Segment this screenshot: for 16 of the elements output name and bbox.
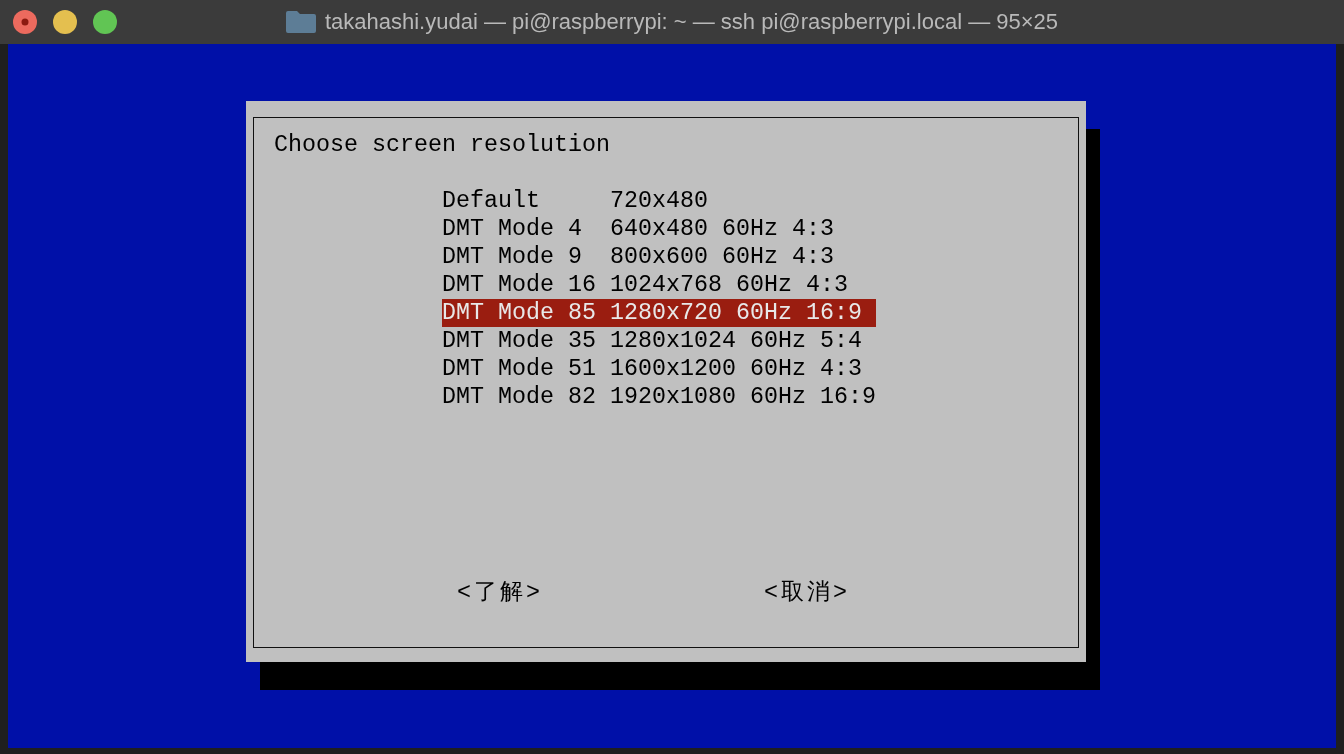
dialog-button[interactable]: <了解> <box>457 579 543 607</box>
resolution-option[interactable]: DMT Mode 85 1280x720 60Hz 16:9 <box>442 299 876 327</box>
resolution-option[interactable]: DMT Mode 51 1600x1200 60Hz 4:3 <box>442 355 876 383</box>
resolution-option[interactable]: DMT Mode 9 800x600 60Hz 4:3 <box>442 243 876 271</box>
resolution-option[interactable]: DMT Mode 35 1280x1024 60Hz 5:4 <box>442 327 876 355</box>
close-button[interactable] <box>13 10 37 34</box>
resolution-option[interactable]: DMT Mode 16 1024x768 60Hz 4:3 <box>442 271 876 299</box>
resolution-option[interactable]: DMT Mode 82 1920x1080 60Hz 16:9 <box>442 383 876 411</box>
zoom-button[interactable] <box>93 10 117 34</box>
resolution-option[interactable]: Default 720x480 <box>442 187 876 215</box>
dialog-button[interactable]: <取消> <box>764 579 850 607</box>
dialog-title: Choose screen resolution <box>274 131 610 159</box>
window-title: takahashi.yudai — pi@raspberrypi: ~ — ssh pi@raspberrypi.local — 95×25 <box>324 9 1059 35</box>
resolution-option[interactable]: DMT Mode 4 640x480 60Hz 4:3 <box>442 215 876 243</box>
folder-icon <box>285 11 316 33</box>
minimize-button[interactable] <box>53 10 77 34</box>
